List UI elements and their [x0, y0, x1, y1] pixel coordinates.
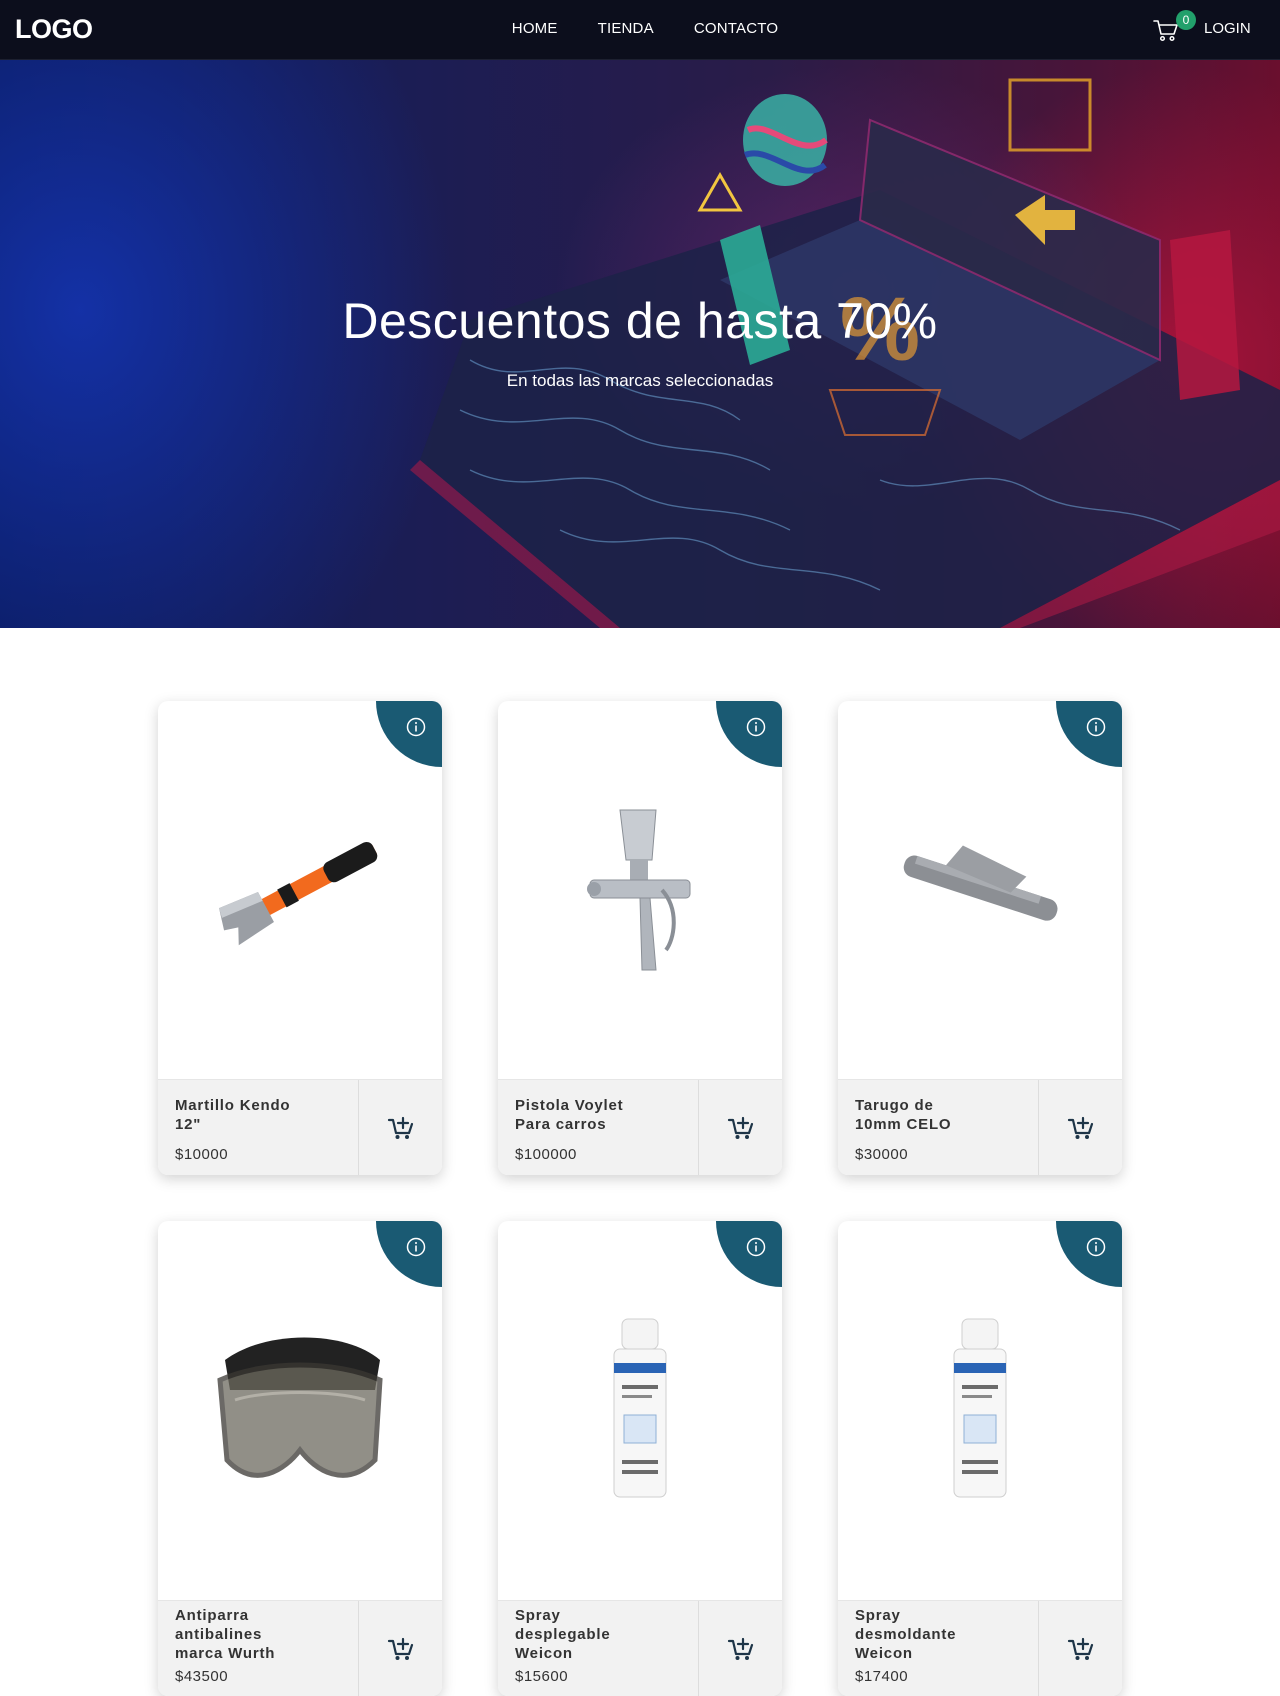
product-footer: Pistola Voylet Para carros $100000 — [498, 1079, 782, 1175]
product-name: Martillo Kendo 12" — [175, 1097, 291, 1133]
product-card: Tarugo de 10mm CELO $30000 — [838, 701, 1122, 1175]
add-to-cart-icon — [387, 1116, 413, 1139]
add-to-cart-button[interactable] — [359, 1601, 442, 1696]
add-to-cart-icon — [727, 1637, 753, 1660]
product-footer: Spray desmoldante Weicon $17400 — [838, 1600, 1122, 1696]
product-image-spray-can[interactable] — [838, 1221, 1122, 1599]
add-to-cart-button[interactable] — [359, 1080, 442, 1175]
add-to-cart-button[interactable] — [1039, 1080, 1122, 1175]
product-image-spray-can[interactable] — [498, 1221, 782, 1599]
product-price: $17400 — [855, 1668, 909, 1685]
hero-title: Descuentos de hasta 70% — [342, 293, 938, 349]
product-footer: Tarugo de 10mm CELO $30000 — [838, 1079, 1122, 1175]
product-footer: Martillo Kendo 12" $10000 — [158, 1079, 442, 1175]
nav-home-link[interactable]: HOME — [512, 20, 558, 37]
product-name: Tarugo de 10mm CELO — [855, 1097, 952, 1133]
info-icon — [746, 717, 766, 737]
product-name: Antiparra antibalines marca Wurth — [175, 1607, 276, 1662]
login-link[interactable]: LOGIN — [1204, 20, 1251, 37]
product-card: Spray desmoldante Weicon $17400 — [838, 1221, 1122, 1696]
product-image-hammer[interactable] — [158, 701, 442, 1079]
nav-links: HOME TIENDA CONTACTO — [0, 20, 1280, 37]
product-card: Spray desplegable Weicon $15600 — [498, 1221, 782, 1696]
add-to-cart-button[interactable] — [699, 1080, 782, 1175]
cart-count-badge: 0 — [1176, 10, 1196, 30]
product-card: Martillo Kendo 12" $10000 — [158, 701, 442, 1175]
product-price: $30000 — [855, 1146, 909, 1163]
product-price: $43500 — [175, 1668, 229, 1685]
product-price: $10000 — [175, 1146, 229, 1163]
add-to-cart-icon — [727, 1116, 753, 1139]
info-icon — [406, 1237, 426, 1257]
nav-tienda-link[interactable]: TIENDA — [598, 20, 654, 37]
product-name: Pistola Voylet Para carros — [515, 1097, 624, 1133]
add-to-cart-icon — [387, 1637, 413, 1660]
info-icon — [1086, 1237, 1106, 1257]
info-icon — [406, 717, 426, 737]
add-to-cart-icon — [1067, 1637, 1093, 1660]
product-name: Spray desplegable Weicon — [515, 1607, 611, 1662]
product-price: $100000 — [515, 1146, 577, 1163]
info-icon — [1086, 717, 1106, 737]
product-card: Pistola Voylet Para carros $100000 — [498, 701, 782, 1175]
product-image-safety-goggles[interactable] — [158, 1221, 442, 1599]
add-to-cart-button[interactable] — [699, 1601, 782, 1696]
product-image-wall-plug[interactable] — [838, 701, 1122, 1079]
product-price: $15600 — [515, 1668, 569, 1685]
cart-button[interactable]: 0 — [1152, 10, 1196, 46]
product-name: Spray desmoldante Weicon — [855, 1607, 957, 1662]
info-icon — [746, 1237, 766, 1257]
product-card: Antiparra antibalines marca Wurth $43500 — [158, 1221, 442, 1696]
nav-contacto-link[interactable]: CONTACTO — [694, 20, 778, 37]
product-footer: Spray desplegable Weicon $15600 — [498, 1600, 782, 1696]
product-footer: Antiparra antibalines marca Wurth $43500 — [158, 1600, 442, 1696]
navbar: LOGO HOME TIENDA CONTACTO 0 LOGIN — [0, 0, 1280, 60]
add-to-cart-icon — [1067, 1116, 1093, 1139]
hero-subtitle: En todas las marcas seleccionadas — [506, 371, 774, 390]
add-to-cart-button[interactable] — [1039, 1601, 1122, 1696]
hero-banner: % Descuentos de hasta 70% En todas las m… — [0, 60, 1280, 628]
product-image-spray-gun[interactable] — [498, 701, 782, 1079]
